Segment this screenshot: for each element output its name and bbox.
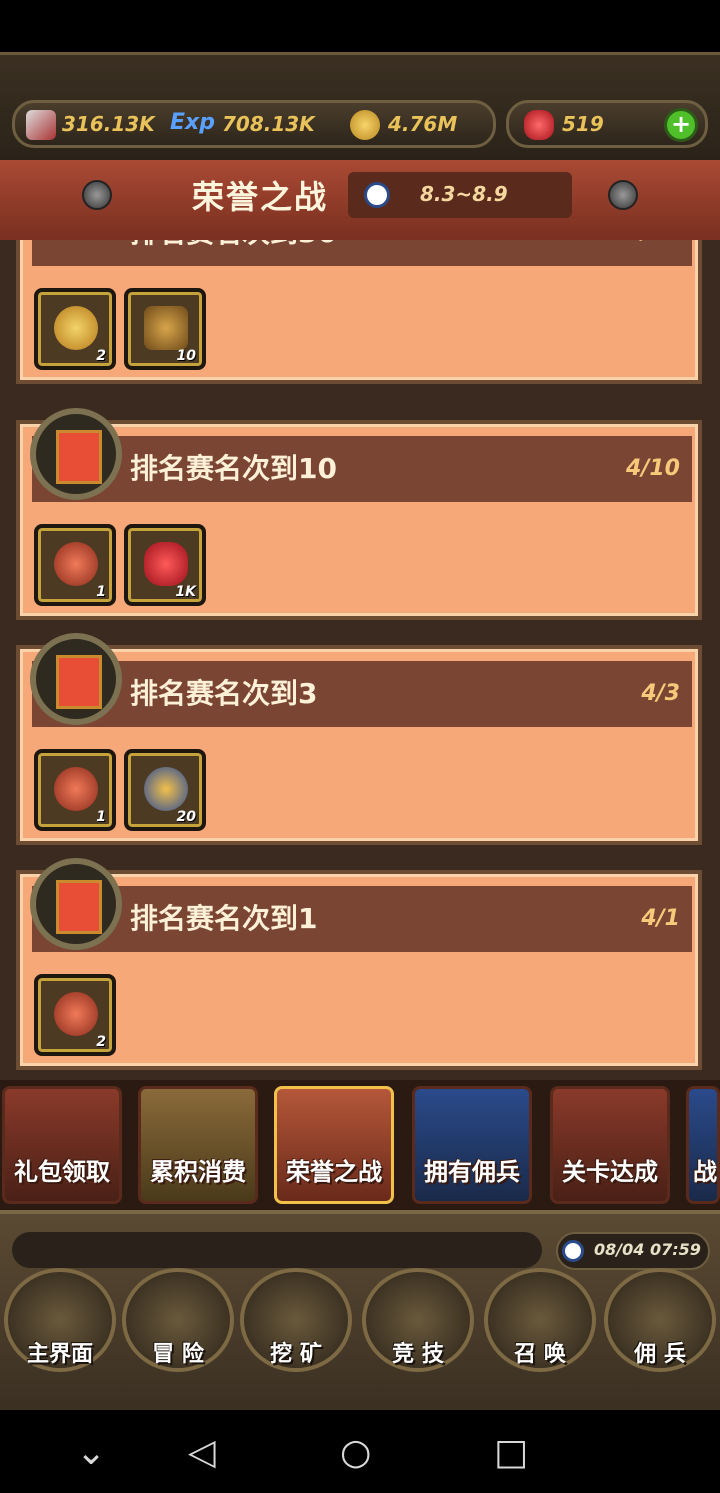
exp-value: 708.13K	[222, 112, 315, 136]
nav-label: 佣 兵	[634, 1342, 686, 1367]
reward-item[interactable]: 1	[34, 749, 116, 831]
reward-card: 排名赛名次到3 4/3 1 20	[16, 633, 702, 845]
reward-item[interactable]: 2	[34, 288, 116, 370]
treasure-bag-icon	[54, 992, 98, 1036]
golem-icon	[144, 306, 188, 350]
reward-item[interactable]: 10	[124, 288, 206, 370]
nav-label: 主界面	[26, 1342, 93, 1367]
item-count: 2	[96, 348, 106, 364]
treasure-bag-icon	[54, 542, 98, 586]
item-count: 1	[96, 584, 106, 600]
status-bar	[0, 0, 720, 52]
gold-value: 4.76M	[388, 112, 458, 136]
banner-medal-icon	[30, 408, 122, 500]
back-icon[interactable]: ◁	[188, 1432, 216, 1473]
nav-label: 召 唤	[514, 1342, 566, 1367]
reward-progress: 4/3	[641, 681, 680, 706]
reward-progress: 4/10	[626, 456, 680, 481]
clock-text: 08/04 07:59	[594, 1240, 701, 1259]
sword-icon	[26, 110, 56, 140]
tab-honor-battle[interactable]: 荣誉之战	[274, 1086, 394, 1204]
tab-label: 荣誉之战	[286, 1158, 382, 1186]
ruby-icon	[524, 110, 554, 140]
clock-icon	[562, 1240, 584, 1262]
reward-progress: 4/50	[626, 240, 680, 266]
reward-item[interactable]: 2	[34, 974, 116, 1056]
tab-label: 战	[693, 1158, 717, 1186]
home-icon[interactable]: ○	[340, 1432, 371, 1473]
reward-title: 排名赛名次到1	[130, 902, 318, 935]
bolt-left-icon	[82, 180, 112, 210]
page-title: 荣誉之战	[191, 178, 328, 216]
tab-label: 拥有佣兵	[424, 1158, 520, 1186]
message-bar	[12, 1232, 542, 1268]
nav-label: 冒 险	[152, 1342, 204, 1367]
tab-stage-achievement[interactable]: 关卡达成	[550, 1086, 670, 1204]
date-range: 8.3~8.9	[420, 182, 508, 206]
reward-list[interactable]: 排名赛名次到30 4/50 2 10 排名赛名次到10 4/10 1 1K 排名…	[0, 240, 720, 1080]
reward-title: 排名赛名次到30	[130, 240, 337, 266]
item-count: 2	[96, 1034, 106, 1050]
reward-progress: 4/1	[641, 906, 680, 931]
tab-label: 关卡达成	[562, 1158, 658, 1186]
reward-item[interactable]: 20	[124, 749, 206, 831]
gold-coin-icon	[350, 110, 380, 140]
tab-cumulative-spend[interactable]: 累积消费	[138, 1086, 258, 1204]
reward-title: 排名赛名次到10	[130, 452, 337, 485]
item-count: 1K	[175, 584, 196, 600]
add-gems-button[interactable]: +	[664, 108, 698, 142]
reward-item[interactable]: 1K	[124, 524, 206, 606]
tab-gift-claim[interactable]: 礼包领取	[2, 1086, 122, 1204]
item-count: 10	[176, 348, 196, 364]
reward-card: 排名赛名次到1 4/1 2	[16, 858, 702, 1070]
reward-card: 排名赛名次到10 4/10 1 1K	[16, 408, 702, 620]
nav-label: 挖 矿	[270, 1342, 322, 1367]
treasure-bag-icon	[54, 306, 98, 350]
gem-value: 519	[562, 112, 604, 136]
clock-icon	[364, 182, 390, 208]
banner-medal-icon	[30, 858, 122, 950]
chevron-down-icon[interactable]: ⌄	[76, 1432, 106, 1473]
reward-card: 排名赛名次到30 4/50 2 10	[16, 240, 702, 384]
ruby-icon	[144, 542, 188, 586]
banner-medal-icon	[30, 633, 122, 725]
item-count: 20	[176, 809, 196, 825]
tab-owned-mercenaries[interactable]: 拥有佣兵	[412, 1086, 532, 1204]
treasure-bag-icon	[54, 767, 98, 811]
tab-battle[interactable]: 战	[686, 1086, 720, 1204]
bolt-right-icon	[608, 180, 638, 210]
exp-icon: Exp	[170, 110, 215, 135]
item-count: 1	[96, 809, 106, 825]
tab-label: 礼包领取	[14, 1158, 110, 1186]
recents-icon[interactable]: □	[494, 1432, 528, 1473]
attack-value: 316.13K	[62, 112, 155, 136]
reward-item[interactable]: 1	[34, 524, 116, 606]
medal-ribbon-icon	[144, 767, 188, 811]
nav-label: 竞 技	[392, 1342, 444, 1367]
tab-label: 累积消费	[150, 1158, 246, 1186]
reward-title: 排名赛名次到3	[130, 677, 318, 710]
